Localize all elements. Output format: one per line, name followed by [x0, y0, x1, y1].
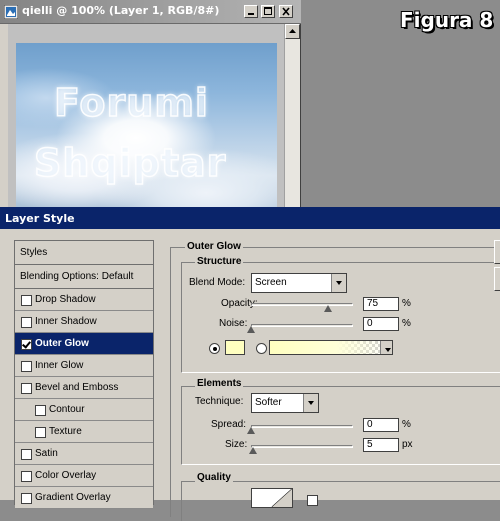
- style-checkbox[interactable]: [21, 361, 32, 372]
- style-item-contour[interactable]: Contour: [15, 399, 153, 421]
- style-item-bevel-and-emboss[interactable]: Bevel and Emboss: [15, 377, 153, 399]
- noise-input[interactable]: 0: [363, 317, 399, 331]
- style-checkbox[interactable]: [21, 383, 32, 394]
- spread-slider-thumb[interactable]: [247, 427, 255, 434]
- outer-glow-title: Outer Glow: [185, 241, 243, 252]
- elements-title: Elements: [195, 378, 244, 389]
- document-canvas-area[interactable]: Forumi Shqiptar: [8, 24, 290, 209]
- glow-color-swatch[interactable]: [225, 340, 245, 355]
- style-checkbox[interactable]: [21, 471, 32, 482]
- minimize-button[interactable]: [244, 5, 258, 18]
- size-label: Size:: [225, 439, 248, 450]
- styles-header-label: Styles: [20, 247, 48, 258]
- gradient-radio[interactable]: [256, 343, 267, 354]
- figure-label: Figura 8: [400, 8, 494, 32]
- close-icon: [282, 7, 290, 16]
- opacity-input[interactable]: 75: [363, 297, 399, 311]
- blend-mode-select[interactable]: Screen: [251, 273, 347, 293]
- style-checkbox[interactable]: [21, 317, 32, 328]
- watermark-line-1: Forumi: [53, 80, 209, 126]
- technique-value: Softer: [255, 397, 282, 408]
- style-item-label: Outer Glow: [35, 338, 89, 349]
- solid-color-radio[interactable]: [209, 343, 220, 354]
- size-unit: px: [402, 439, 413, 450]
- style-checkbox[interactable]: [35, 405, 46, 416]
- chevron-down-icon: [380, 341, 392, 354]
- opacity-unit: %: [402, 298, 411, 309]
- structure-title: Structure: [195, 256, 244, 267]
- noise-slider-thumb[interactable]: [247, 326, 255, 333]
- style-checkbox[interactable]: [21, 449, 32, 460]
- style-item-label: Color Overlay: [35, 470, 97, 481]
- scroll-up-button[interactable]: [285, 24, 300, 39]
- style-checkbox[interactable]: [21, 295, 32, 306]
- style-item-gradient-overlay[interactable]: Gradient Overlay: [15, 487, 153, 509]
- style-item-label: Inner Shadow: [35, 316, 97, 327]
- minimize-icon: [248, 13, 254, 15]
- style-item-label: Drop Shadow: [35, 294, 96, 305]
- chevron-down-icon: [331, 274, 346, 292]
- spread-input[interactable]: 0: [363, 418, 399, 432]
- ok-button[interactable]: [494, 240, 500, 264]
- style-item-satin[interactable]: Satin: [15, 443, 153, 465]
- technique-select[interactable]: Softer: [251, 393, 319, 413]
- watermark-line-2: Shqiptar: [33, 140, 227, 186]
- style-item-drop-shadow[interactable]: Drop Shadow: [15, 289, 153, 311]
- noise-unit: %: [402, 318, 411, 329]
- style-checkbox[interactable]: [21, 339, 32, 350]
- document-window: qielli @ 100% (Layer 1, RGB/8#) Forumi S…: [0, 0, 301, 209]
- blend-mode-value: Screen: [255, 277, 287, 288]
- spread-slider[interactable]: [251, 425, 353, 428]
- style-item-label: Bevel and Emboss: [35, 382, 119, 393]
- style-item-texture[interactable]: Texture: [15, 421, 153, 443]
- chevron-down-icon: [303, 394, 318, 412]
- blending-options-item[interactable]: Blending Options: Default: [15, 265, 153, 289]
- vertical-scrollbar[interactable]: [284, 24, 300, 209]
- noise-slider[interactable]: [251, 324, 353, 327]
- spread-label: Spread:: [211, 419, 247, 430]
- spread-unit: %: [402, 419, 411, 430]
- cloud-image[interactable]: Forumi Shqiptar: [16, 43, 277, 209]
- opacity-slider[interactable]: [251, 303, 353, 306]
- layer-style-titlebar[interactable]: Layer Style: [0, 207, 500, 229]
- style-item-outer-glow[interactable]: Outer Glow: [15, 333, 153, 355]
- photoshop-document-icon: [4, 5, 18, 19]
- contour-preview[interactable]: [251, 488, 293, 508]
- style-checkbox[interactable]: [21, 493, 32, 504]
- size-input[interactable]: 5: [363, 438, 399, 452]
- document-title: qielli @ 100% (Layer 1, RGB/8#): [22, 4, 220, 17]
- maximize-button[interactable]: [261, 5, 275, 18]
- size-slider-thumb[interactable]: [249, 447, 258, 454]
- style-item-label: Texture: [49, 426, 82, 437]
- opacity-slider-thumb[interactable]: [323, 305, 332, 312]
- document-titlebar[interactable]: qielli @ 100% (Layer 1, RGB/8#): [0, 0, 301, 24]
- blend-mode-label: Blend Mode:: [189, 277, 246, 288]
- close-button[interactable]: [279, 5, 293, 18]
- cancel-button[interactable]: [494, 267, 500, 291]
- styles-header-item[interactable]: Styles: [15, 241, 153, 265]
- quality-title: Quality: [195, 472, 233, 483]
- style-item-inner-glow[interactable]: Inner Glow: [15, 355, 153, 377]
- style-checkbox[interactable]: [35, 427, 46, 438]
- quality-group: [181, 481, 500, 521]
- style-item-label: Satin: [35, 448, 58, 459]
- scroll-up-arrow-icon: [289, 29, 296, 33]
- technique-label: Technique:: [195, 396, 244, 407]
- dialog-title: Layer Style: [5, 212, 75, 225]
- anti-aliased-checkbox[interactable]: [307, 495, 318, 506]
- style-item-color-overlay[interactable]: Color Overlay: [15, 465, 153, 487]
- noise-label: Noise:: [219, 318, 248, 329]
- style-item-label: Inner Glow: [35, 360, 84, 371]
- contour-curve-icon: [271, 489, 292, 507]
- style-item-label: Contour: [49, 404, 85, 415]
- styles-list: Styles Blending Options: Default Drop Sh…: [14, 240, 154, 509]
- gradient-picker[interactable]: [269, 340, 393, 355]
- size-slider[interactable]: [251, 445, 353, 448]
- style-item-label: Gradient Overlay: [35, 492, 111, 503]
- blending-options-label: Blending Options: Default: [20, 271, 134, 282]
- layer-style-dialog: Layer Style Styles Blending Options: Def…: [0, 207, 500, 521]
- style-item-inner-shadow[interactable]: Inner Shadow: [15, 311, 153, 333]
- maximize-icon: [264, 7, 272, 15]
